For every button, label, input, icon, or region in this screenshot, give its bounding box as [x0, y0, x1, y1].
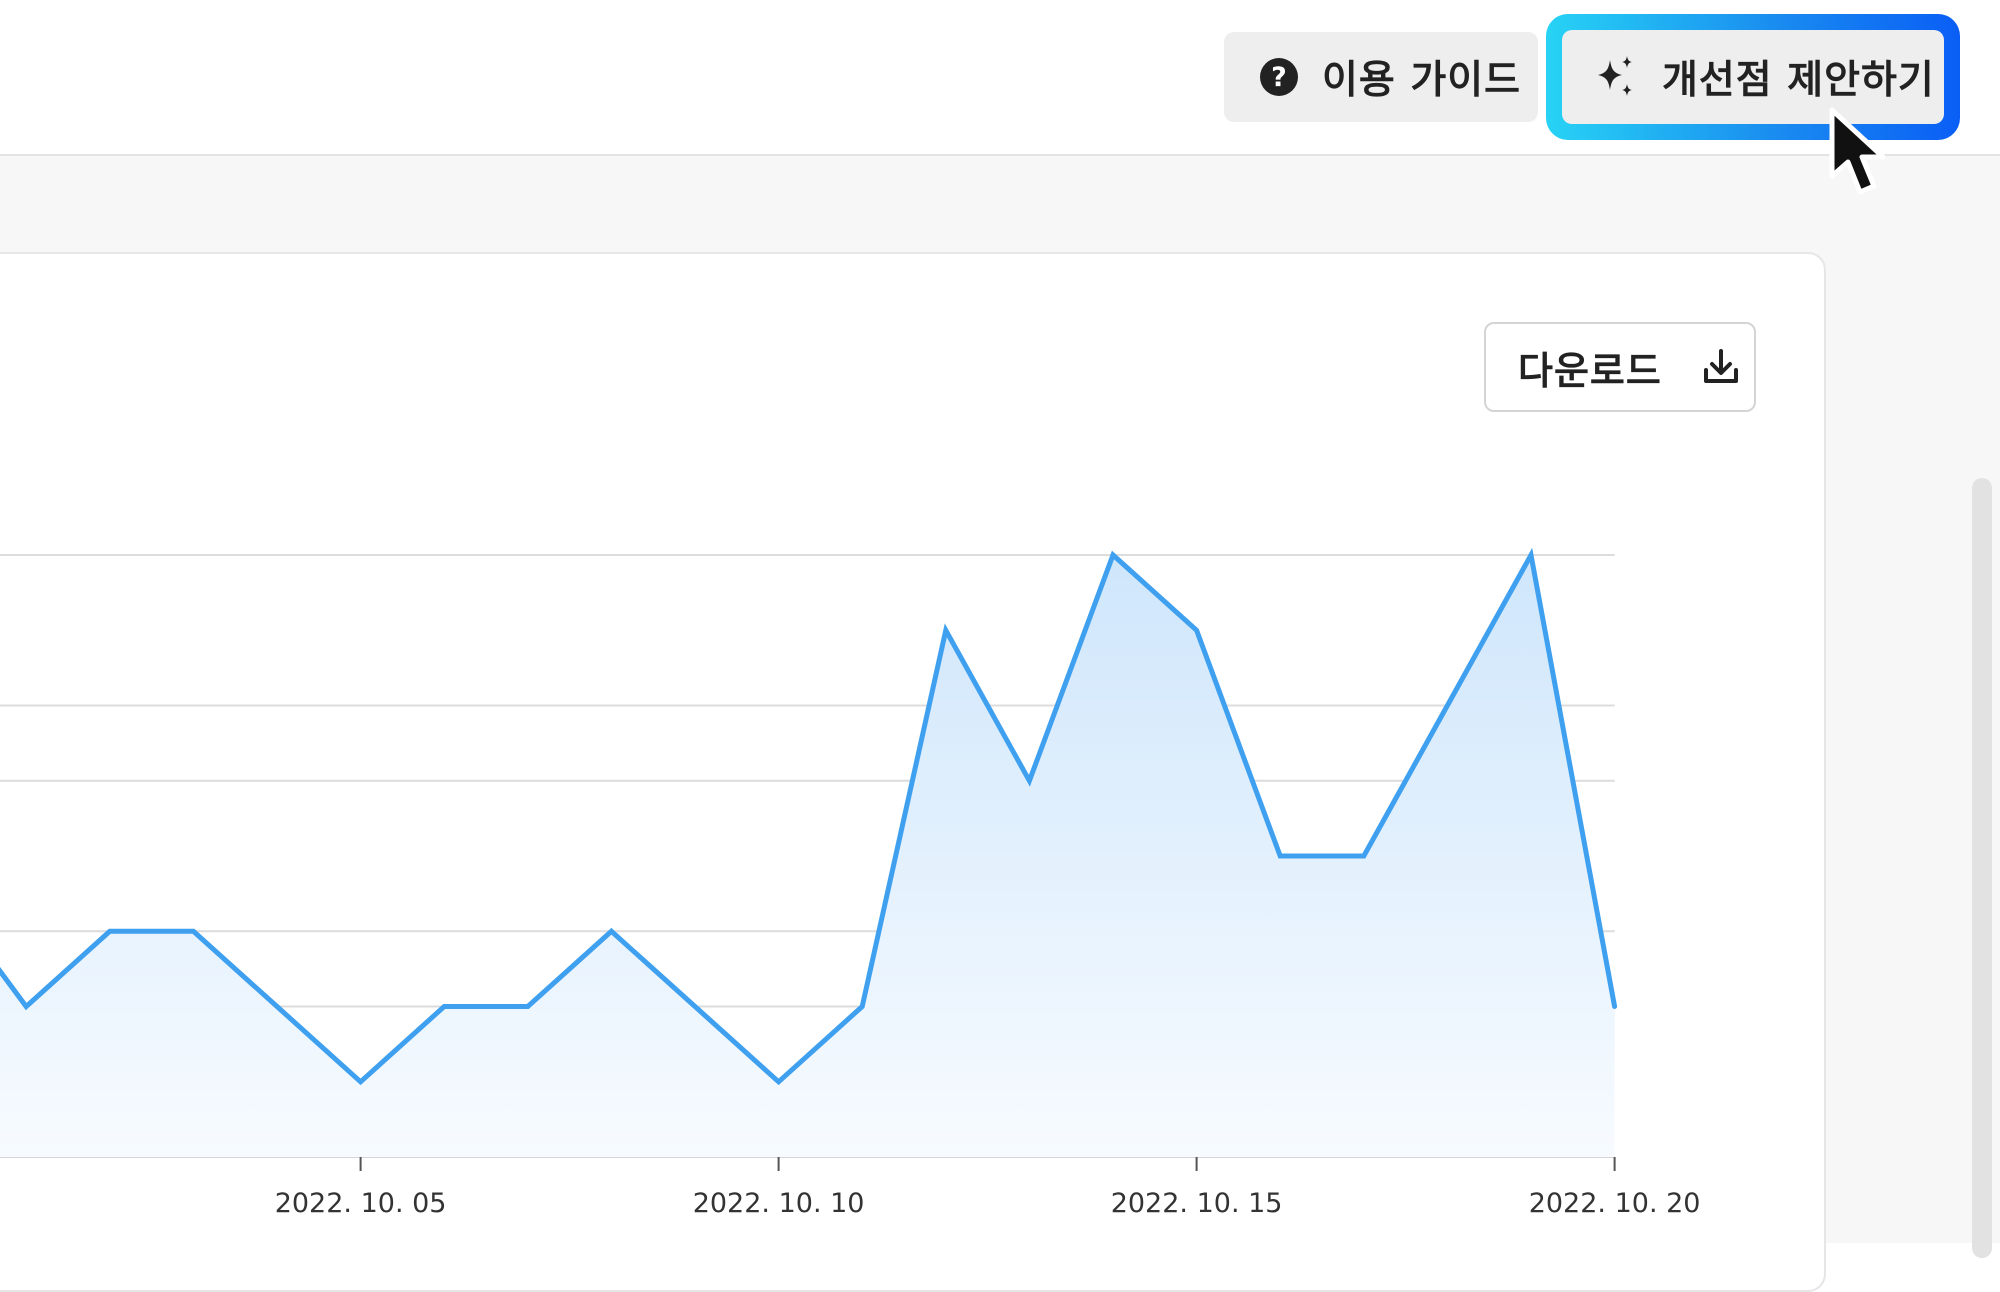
area-chart: 302022. 10. 052022. 10. 102022. 10. 1520… [0, 547, 1701, 1219]
mouse-pointer-icon [1829, 107, 1886, 195]
x-tick-label: 2022. 10. 05 [275, 1188, 447, 1219]
series-area-fill [0, 555, 1615, 1157]
vertical-scrollbar[interactable] [1972, 478, 1992, 1258]
x-tick-label: 2022. 10. 20 [1529, 1188, 1701, 1219]
x-tick-label: 2022. 10. 15 [1111, 1188, 1283, 1219]
x-tick-label: 2022. 10. 10 [693, 1188, 865, 1219]
